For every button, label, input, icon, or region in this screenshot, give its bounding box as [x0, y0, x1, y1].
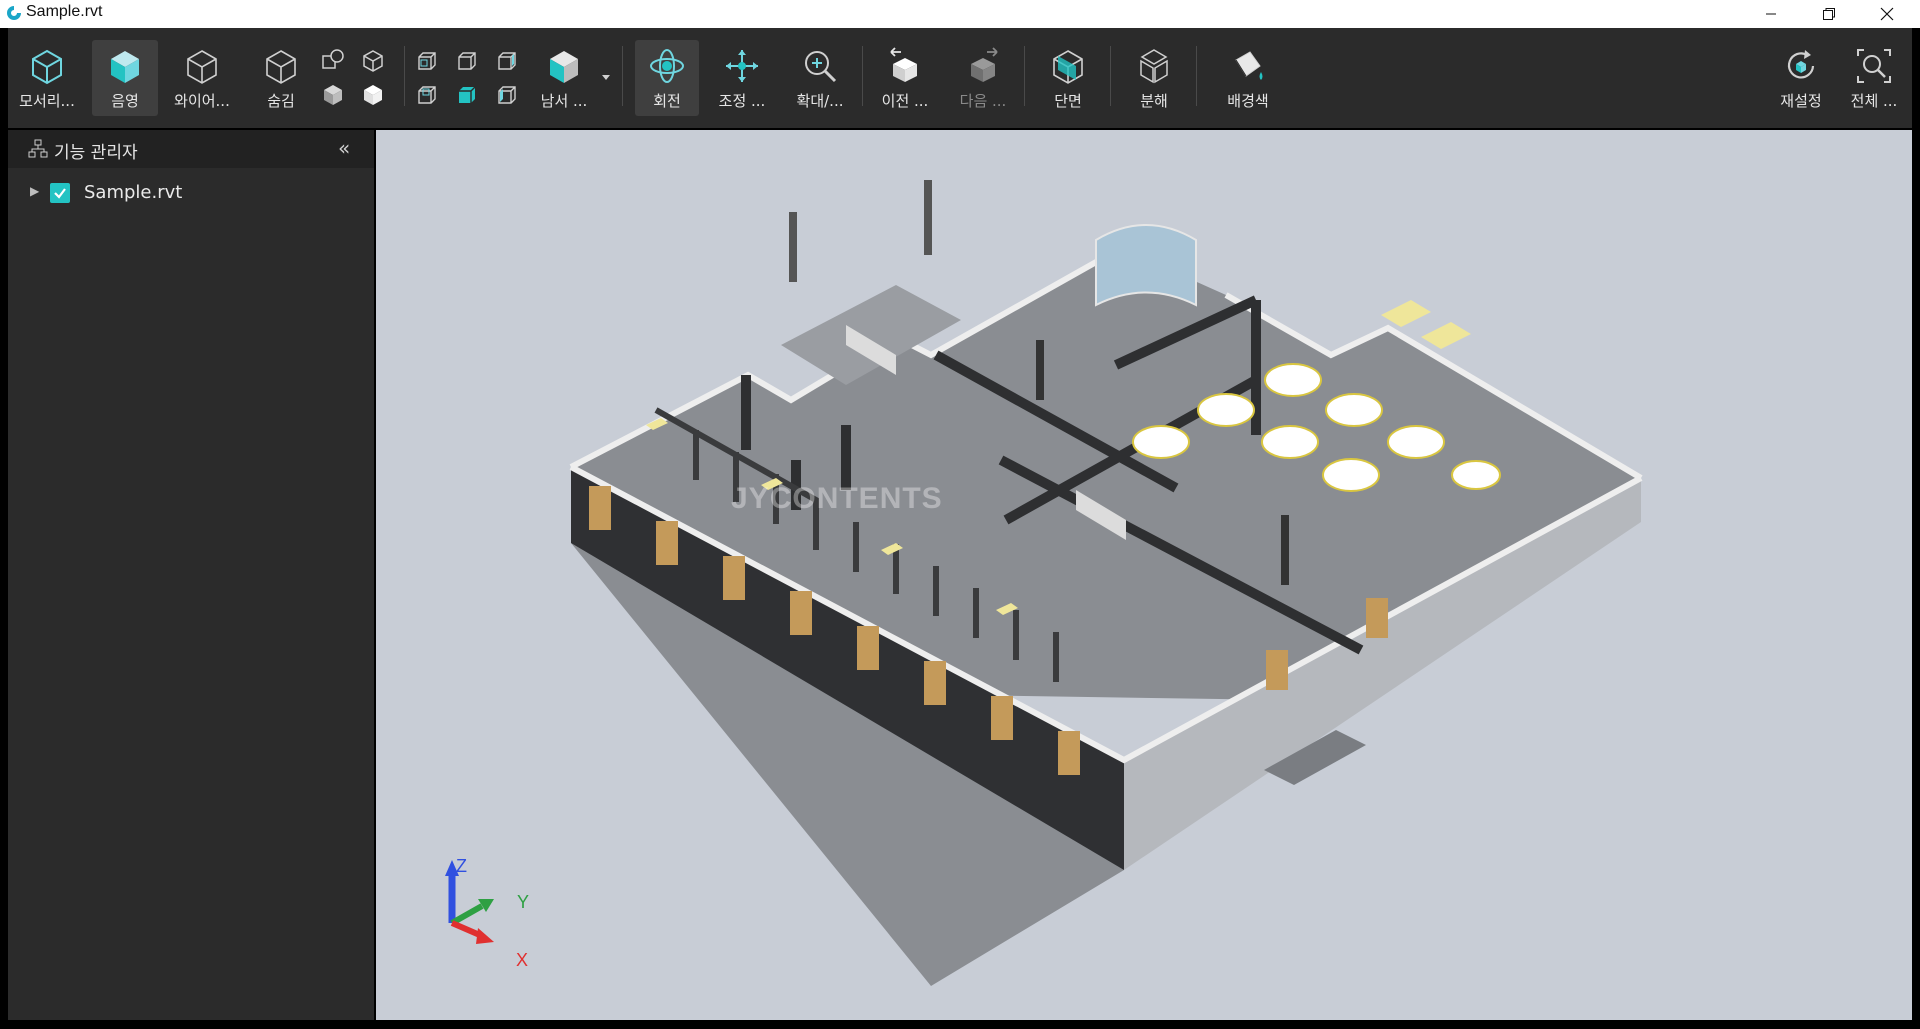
tree-item-label: Sample.rvt — [84, 182, 183, 203]
hide-button[interactable]: 숨김 — [250, 40, 312, 116]
panel-header: 기능 관리자 « — [8, 130, 374, 168]
cube-outline-icon[interactable] — [360, 48, 386, 74]
maximize-button[interactable] — [1806, 0, 1852, 28]
toolbar-separator — [1110, 46, 1111, 106]
checkmark-icon — [54, 188, 66, 199]
next-view-label: 다음 ... — [959, 92, 1007, 110]
title-bar: Sample.rvt — [0, 0, 1920, 28]
background-color-button[interactable]: 배경색 — [1208, 40, 1288, 116]
fit-all-label: 전체 ... — [1850, 92, 1898, 110]
column — [1281, 515, 1289, 585]
view-front-icon[interactable] — [414, 48, 440, 74]
hierarchy-icon — [28, 139, 48, 158]
3d-viewport[interactable]: JYCONTENTS Z Y X — [376, 130, 1912, 1020]
view-bottom-icon[interactable] — [454, 82, 480, 108]
app-logo-icon — [7, 6, 21, 20]
feature-manager-panel: 기능 관리자 « ▶ Sample.rvt — [8, 130, 374, 1020]
axis-y-label: Y — [517, 892, 530, 912]
orbit-label: 회전 — [653, 92, 681, 110]
building-model — [569, 180, 1643, 986]
view-direction-button[interactable]: 남서 ... — [528, 40, 600, 116]
orbit-button[interactable]: 회전 — [635, 40, 699, 116]
shape-select-icon[interactable] — [320, 48, 346, 74]
view-direction-label: 남서 ... — [540, 92, 588, 110]
visibility-checkbox[interactable] — [50, 183, 70, 203]
window-title: Sample.rvt — [26, 3, 103, 20]
cube-edges-icon — [32, 49, 62, 85]
view-left-icon[interactable] — [494, 82, 520, 108]
wireframe-button[interactable]: 와이어... — [166, 40, 238, 116]
shading-button[interactable]: 음영 — [92, 40, 158, 116]
toolbar-separator — [862, 46, 863, 106]
explode-button[interactable]: 분해 — [1124, 40, 1184, 116]
close-button[interactable] — [1864, 0, 1910, 28]
cube-white-icon[interactable] — [360, 82, 386, 108]
view-top-icon[interactable] — [454, 48, 480, 74]
toolbar-separator — [404, 46, 405, 106]
cube-previous-icon — [890, 47, 917, 82]
app-window: Sample.rvt 모서리... 음영 와이어... 숨김 남서 ... 회전… — [0, 0, 1920, 1029]
magnifier-icon — [805, 51, 837, 83]
cube-southwest-icon — [550, 51, 578, 83]
expand-arrow-icon[interactable]: ▶ — [30, 184, 39, 198]
toolbar: 모서리... 음영 와이어... 숨김 남서 ... 회전 조정 ... 확대/… — [8, 28, 1912, 128]
axis-z-label: Z — [456, 856, 467, 876]
reset-icon — [1787, 50, 1815, 79]
axis-x-label: X — [516, 950, 529, 970]
previous-view-label: 이전 ... — [881, 92, 929, 110]
restore-icon — [1823, 8, 1835, 20]
cube-wireframe-icon — [187, 50, 217, 84]
explode-label: 분해 — [1140, 92, 1168, 110]
fit-all-button[interactable]: 전체 ... — [1840, 40, 1908, 116]
view-right-icon[interactable] — [494, 48, 520, 74]
minimize-icon — [1766, 13, 1776, 15]
explode-cube-icon — [1140, 49, 1168, 84]
wireframe-label: 와이어... — [174, 92, 230, 110]
zoom-label: 확대/... — [796, 92, 844, 110]
zoom-extents-icon — [1857, 49, 1891, 83]
reset-button[interactable]: 재설정 — [1766, 40, 1836, 116]
cube-next-icon — [971, 47, 998, 82]
minimize-button[interactable] — [1748, 0, 1794, 28]
chimney — [924, 180, 932, 255]
pan-label: 조정 ... — [718, 92, 766, 110]
tree-item-sample[interactable]: ▶ Sample.rvt — [8, 178, 374, 208]
chimney — [789, 212, 797, 282]
next-view-button[interactable]: 다음 ... — [948, 40, 1018, 116]
orbit-icon — [650, 49, 684, 83]
collapse-panel-button[interactable]: « — [338, 136, 350, 160]
previous-view-button[interactable]: 이전 ... — [870, 40, 940, 116]
watermark: JYCONTENTS — [731, 482, 943, 515]
section-button[interactable]: 단면 — [1038, 40, 1098, 116]
column — [1036, 340, 1044, 400]
panel-title: 기능 관리자 — [54, 143, 138, 163]
cube-hide-icon — [266, 50, 296, 84]
paint-bucket-icon — [1235, 51, 1263, 80]
section-label: 단면 — [1054, 92, 1082, 110]
toolbar-separator — [1196, 46, 1197, 106]
toolbar-separator — [1024, 46, 1025, 106]
view-back-icon[interactable] — [414, 82, 440, 108]
edges-label: 모서리... — [19, 92, 75, 110]
glass-atrium — [1095, 224, 1197, 307]
shading-label: 음영 — [111, 92, 139, 110]
hide-label: 숨김 — [267, 92, 295, 110]
cube-gray-icon[interactable] — [320, 82, 346, 108]
pan-arrows-icon — [726, 50, 758, 82]
zoom-button[interactable]: 확대/... — [784, 40, 856, 116]
section-cube-icon — [1053, 50, 1083, 84]
chevron-down-icon[interactable] — [600, 73, 612, 83]
cube-shaded-icon — [111, 51, 139, 83]
pan-button[interactable]: 조정 ... — [708, 40, 776, 116]
background-color-label: 배경색 — [1227, 92, 1269, 110]
reset-label: 재설정 — [1780, 92, 1822, 110]
close-icon — [1880, 7, 1894, 21]
edges-button[interactable]: 모서리... — [14, 40, 80, 116]
toolbar-separator — [622, 46, 623, 106]
